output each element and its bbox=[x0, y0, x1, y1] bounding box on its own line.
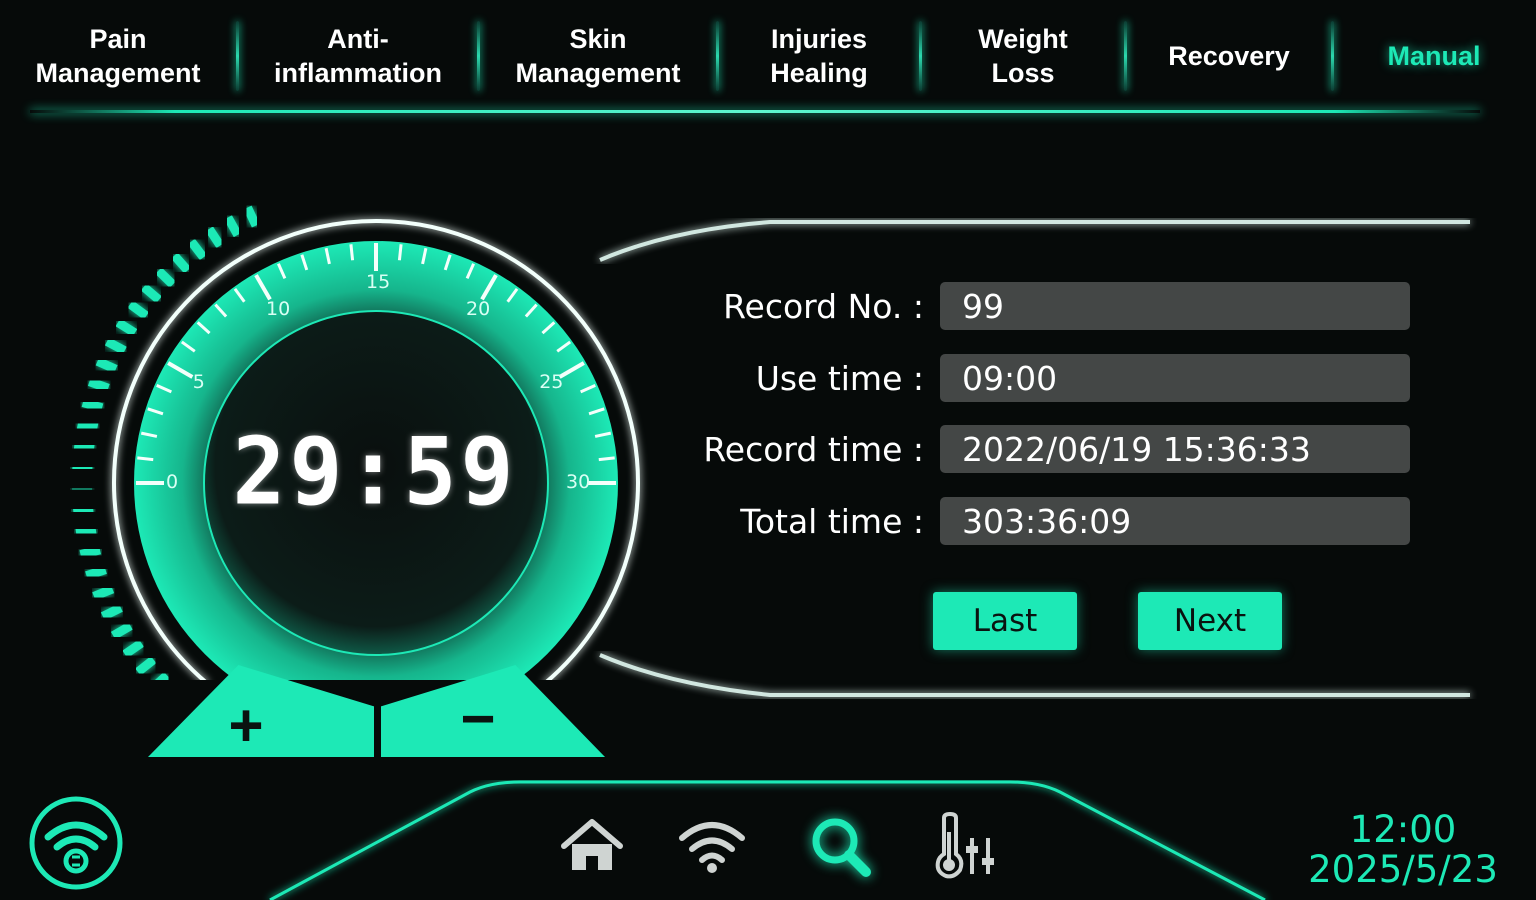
level-segment bbox=[110, 621, 133, 640]
dial-scale-label: 30 bbox=[566, 471, 591, 493]
level-segment bbox=[87, 377, 110, 393]
dial-scale-label: 15 bbox=[366, 271, 391, 293]
use-time-label: Use time : bbox=[755, 358, 924, 398]
level-segment bbox=[243, 205, 261, 228]
minus-icon: − bbox=[460, 684, 496, 752]
level-segment bbox=[72, 462, 93, 473]
total-time-label: Total time : bbox=[740, 501, 924, 541]
clock-time: 12:00 bbox=[1349, 808, 1457, 851]
dial-scale-label: 25 bbox=[539, 371, 564, 393]
level-segment bbox=[187, 238, 208, 261]
last-button[interactable]: Last bbox=[933, 592, 1077, 650]
next-button[interactable]: Next bbox=[1138, 592, 1282, 650]
level-segment bbox=[79, 545, 102, 559]
tab-pain-management[interactable]: Pain Management bbox=[0, 0, 236, 112]
plus-icon: + bbox=[228, 691, 264, 759]
search-icon[interactable] bbox=[808, 814, 874, 885]
countdown-timer: 29:59 bbox=[232, 417, 518, 526]
total-time-row: Total time : 303:36:09 bbox=[700, 497, 1410, 545]
tab-underline bbox=[30, 110, 1480, 113]
level-segment bbox=[135, 656, 157, 676]
level-segment bbox=[127, 300, 149, 320]
level-segment bbox=[75, 525, 97, 538]
dial-scale-label: 10 bbox=[266, 297, 291, 320]
level-segment bbox=[115, 318, 138, 337]
level-segment bbox=[205, 226, 224, 249]
level-segment bbox=[76, 419, 99, 433]
dial-tick bbox=[349, 244, 355, 261]
level-segment bbox=[72, 504, 94, 516]
tab-recovery[interactable]: Recovery bbox=[1127, 0, 1331, 112]
level-segment bbox=[155, 267, 176, 288]
level-segment bbox=[140, 283, 162, 304]
level-segment bbox=[170, 252, 191, 274]
level-segment bbox=[95, 357, 118, 374]
dial-scale-label: 5 bbox=[192, 371, 205, 393]
record-no-field: 99 bbox=[940, 282, 1410, 330]
dial-scale-label: 0 bbox=[166, 471, 179, 493]
level-segment bbox=[92, 584, 115, 601]
dial-tick bbox=[137, 456, 154, 462]
tab-weight-loss[interactable]: Weight Loss bbox=[922, 0, 1124, 112]
level-segment bbox=[81, 398, 104, 413]
record-time-row: Record time : 2022/06/19 15:36:33 bbox=[700, 425, 1410, 473]
dial-tick bbox=[397, 244, 403, 261]
level-segment bbox=[73, 441, 95, 453]
tab-skin-management[interactable]: Skin Management bbox=[480, 0, 716, 112]
tab-injuries-healing[interactable]: Injuries Healing bbox=[719, 0, 919, 112]
dial-scale-label: 20 bbox=[466, 297, 491, 320]
wifi-icon[interactable] bbox=[676, 818, 748, 879]
level-segment bbox=[122, 639, 144, 659]
tab-manual[interactable]: Manual bbox=[1334, 0, 1534, 112]
clock-display: 12:00 2025/5/23 bbox=[1290, 810, 1516, 890]
record-no-row: Record No. : 99 bbox=[700, 282, 1410, 330]
use-time-row: Use time : 09:00 bbox=[700, 354, 1410, 402]
total-time-field: 303:36:09 bbox=[940, 497, 1410, 545]
home-icon[interactable] bbox=[560, 818, 624, 879]
use-time-field: 09:00 bbox=[940, 354, 1410, 402]
tab-bar: Pain Management Anti- inflammation Skin Ma… bbox=[0, 0, 1536, 112]
level-segment bbox=[85, 565, 107, 581]
level-segment bbox=[224, 215, 242, 238]
record-no-label: Record No. : bbox=[723, 286, 924, 326]
level-segment bbox=[155, 671, 170, 680]
wifi-sync-icon[interactable] bbox=[28, 795, 124, 896]
record-time-label: Record time : bbox=[703, 429, 924, 469]
clock-date: 2025/5/23 bbox=[1308, 848, 1498, 891]
level-segment bbox=[100, 603, 123, 621]
level-segment bbox=[104, 337, 127, 355]
record-time-field: 2022/06/19 15:36:33 bbox=[940, 425, 1410, 473]
tab-anti-inflammation[interactable]: Anti- inflammation bbox=[239, 0, 477, 112]
thermometer-settings-icon[interactable] bbox=[930, 811, 1000, 885]
